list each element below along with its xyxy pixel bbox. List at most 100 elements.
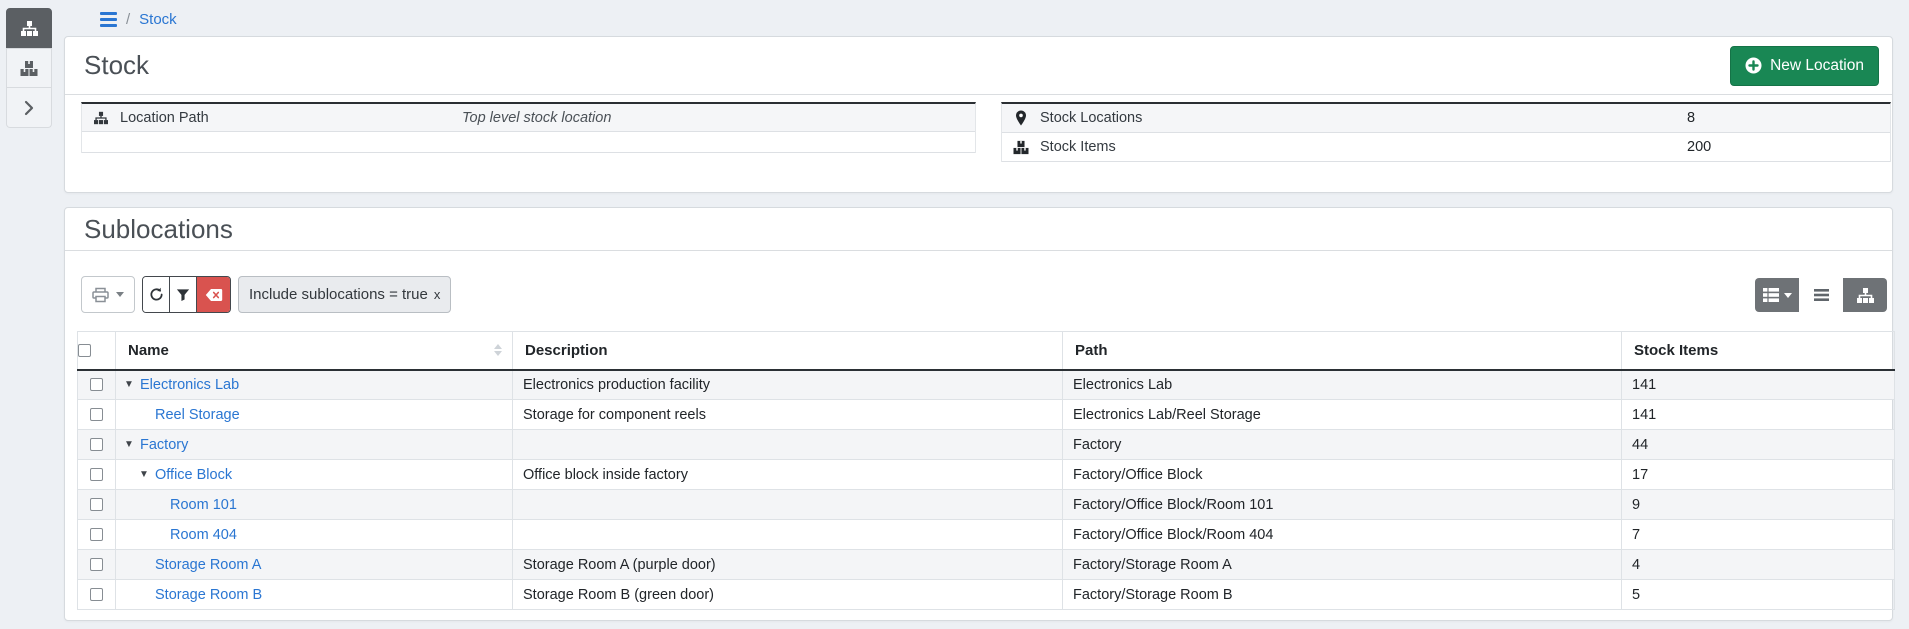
tree-caret-icon[interactable]: ▼ [139,469,155,480]
filter-button[interactable] [170,277,197,312]
location-link[interactable]: Storage Room A [155,557,261,573]
reload-button[interactable] [143,277,170,312]
location-link[interactable]: Reel Storage [155,407,240,423]
row-checkbox[interactable] [90,498,103,511]
caret-down-icon [116,292,124,297]
row-stock-items: 141 [1622,370,1895,400]
stock-panel: Stock New Location Location Path Top lev… [64,36,1893,193]
row-name-cell-inner: ▼ Reel Storage [116,400,512,429]
row-description: Electronics production facility [513,370,1063,400]
menu-icon[interactable] [100,12,117,27]
location-link[interactable]: Storage Room B [155,587,262,603]
row-name-cell-inner: ▼ Electronics Lab [116,371,512,400]
print-actions-button[interactable] [81,276,135,313]
tree-caret-icon[interactable]: ▼ [124,379,140,390]
sort-icon [494,344,502,356]
row-description [513,430,1063,460]
row-description: Office block inside factory [513,460,1063,490]
table-row: ▼ Storage Room A Storage Room A (purple … [78,550,1895,580]
row-name-cell-inner: ▼ Storage Room A [116,550,512,579]
row-name-cell-inner: ▼ Room 101 [116,490,512,519]
caret-down-icon [1784,293,1792,298]
sidebar [6,8,52,128]
row-description: Storage for component reels [513,400,1063,430]
row-checkbox[interactable] [90,558,103,571]
row-stock-items: 17 [1622,460,1895,490]
reload-icon [149,287,164,302]
row-name-cell-inner: ▼ Office Block [116,460,512,489]
row-name-cell-inner: ▼ Storage Room B [116,580,512,609]
column-header-name[interactable]: Name [116,332,513,370]
stock-panel-heading: Stock New Location [65,37,1892,95]
row-stock-items: 141 [1622,400,1895,430]
location-path-value: Top level stock location [462,110,611,126]
new-location-button[interactable]: New Location [1730,46,1879,86]
column-header-stock-items[interactable]: Stock Items [1622,332,1895,370]
sidebar-item-location-tree[interactable] [6,8,52,48]
list-view-button[interactable] [1799,278,1843,312]
filter-chip-remove[interactable]: x [434,287,441,302]
tree-caret-icon[interactable]: ▼ [124,439,140,450]
stock-items-row: Stock Items 200 [1002,133,1890,162]
plus-circle-icon [1745,57,1762,74]
filter-button-group [142,276,231,313]
row-description [513,490,1063,520]
row-checkbox[interactable] [90,528,103,541]
stock-items-label: Stock Items [1040,139,1116,155]
page-title: Stock [84,50,149,81]
row-checkbox[interactable] [90,378,103,391]
row-path: Factory/Office Block/Room 404 [1063,520,1622,550]
row-path: Factory/Office Block [1063,460,1622,490]
row-name-cell-inner: ▼ Room 404 [116,520,512,549]
view-toggle-group [1755,278,1887,312]
filter-chip-text: Include sublocations = true [249,286,428,303]
row-description [513,520,1063,550]
row-name-cell-inner: ▼ Factory [116,430,512,459]
empty-row [82,132,975,153]
row-stock-items: 5 [1622,580,1895,610]
row-checkbox[interactable] [90,468,103,481]
table-view-button[interactable] [1755,278,1799,312]
location-link[interactable]: Room 101 [170,497,237,513]
row-stock-items: 9 [1622,490,1895,520]
sublocations-panel: Sublocations [64,207,1893,621]
row-checkbox[interactable] [90,408,103,421]
row-path: Factory/Storage Room B [1063,580,1622,610]
boxes-icon [20,60,38,77]
tree-view-button[interactable] [1843,278,1887,312]
sidebar-expand-button[interactable] [6,88,52,128]
table-view-icon [1763,288,1779,302]
location-link[interactable]: Factory [140,437,188,453]
column-header-description[interactable]: Description [513,332,1063,370]
row-description: Storage Room A (purple door) [513,550,1063,580]
sidebar-item-stock-items[interactable] [6,48,52,88]
row-path: Electronics Lab [1063,370,1622,400]
stock-locations-value: 8 [1687,110,1695,126]
table-header-row: Name Description Path Stock Items [78,332,1895,370]
backspace-x-icon [205,288,223,302]
row-path: Factory/Office Block/Room 101 [1063,490,1622,520]
sitemap-icon [1856,287,1875,304]
filter-funnel-icon [176,288,190,302]
row-checkbox[interactable] [90,588,103,601]
location-link[interactable]: Office Block [155,467,232,483]
sitemap-icon [20,20,39,37]
location-path-row: Location Path Top level stock location [82,104,975,132]
location-link[interactable]: Electronics Lab [140,377,239,393]
breadcrumb-separator: / [126,11,130,28]
column-header-path[interactable]: Path [1063,332,1622,370]
row-checkbox[interactable] [90,438,103,451]
sublocations-table-body: ▼ Electronics Lab Electronics production… [78,370,1895,610]
row-path: Electronics Lab/Reel Storage [1063,400,1622,430]
breadcrumb-link-stock[interactable]: Stock [139,11,177,28]
row-stock-items: 4 [1622,550,1895,580]
clear-filters-button[interactable] [197,277,230,312]
filter-chip: Include sublocations = true x [238,276,451,313]
new-location-label: New Location [1770,57,1864,75]
row-description: Storage Room B (green door) [513,580,1063,610]
location-link[interactable]: Room 404 [170,527,237,543]
select-all-checkbox[interactable] [78,344,91,357]
printer-icon [92,287,109,303]
sitemap-icon [82,111,120,125]
chevron-right-icon [24,100,34,116]
